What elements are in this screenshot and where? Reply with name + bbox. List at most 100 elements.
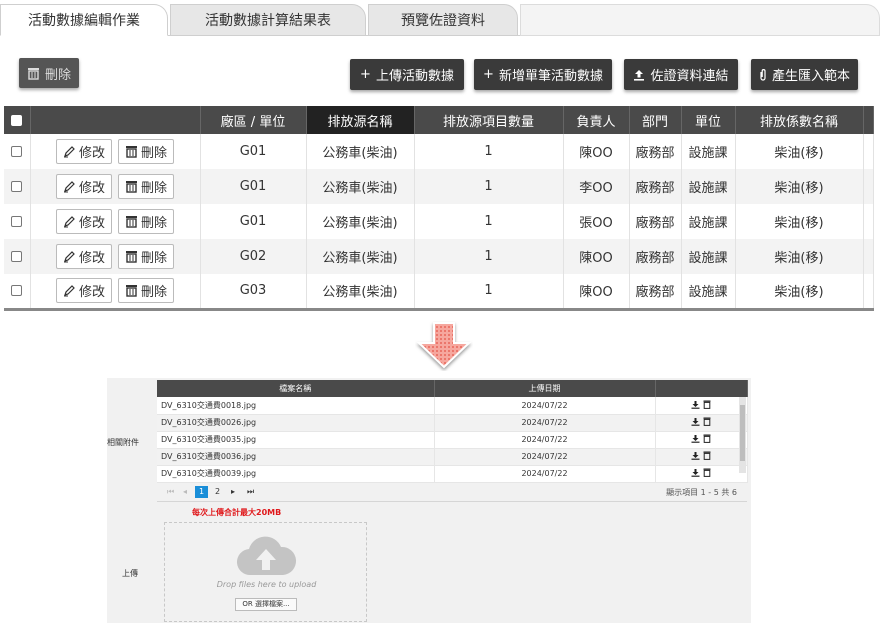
attachment-filename: DV_6310交通費0026.jpg <box>157 414 435 432</box>
scrollbar-thumb[interactable] <box>740 405 745 461</box>
trash-icon[interactable] <box>703 417 711 426</box>
attachments-scrollbar[interactable] <box>739 397 746 473</box>
attachment-date: 2024/07/22 <box>434 431 656 449</box>
next-page-icon[interactable]: ▸ <box>231 487 235 496</box>
row-select-cell[interactable] <box>4 204 31 239</box>
dept-cell: 廠務部 <box>629 239 682 274</box>
row-select-cell[interactable] <box>4 239 31 274</box>
evidence-link-button[interactable]: 佐證資料連結 <box>624 59 738 90</box>
last-page-icon[interactable]: ⏭ <box>247 487 254 497</box>
add-activity-button[interactable]: + 新增單筆活動數據 <box>474 59 612 90</box>
dept-header[interactable]: 部門 <box>629 106 682 134</box>
row-actions-cell: 修改 刪除 <box>30 134 201 169</box>
attachment-row[interactable]: DV_6310交通費0026.jpg 2024/07/22 <box>157 414 748 432</box>
pencil-icon <box>63 251 75 263</box>
filename-header[interactable]: 檔案名稱 <box>157 380 435 397</box>
site-header[interactable]: 廠區 / 單位 <box>200 106 307 134</box>
edit-button[interactable]: 修改 <box>55 174 112 199</box>
source-cell: 公務車(柴油) <box>306 169 415 204</box>
trash-icon <box>27 67 39 80</box>
attachment-row[interactable]: DV_6310交通費0018.jpg 2024/07/22 <box>157 397 748 415</box>
delete-button[interactable]: 刪除 <box>118 244 175 269</box>
pager-summary: 顯示項目 1 - 5 共 6 <box>666 488 737 497</box>
table-row[interactable]: 修改 刪除 G01 公務車(柴油) 1 陳OO 廠務部 設施課 柴油(移) <box>4 134 874 169</box>
attachment-row[interactable]: DV_6310交通費0039.jpg 2024/07/22 <box>157 465 748 483</box>
attachment-filename: DV_6310交通費0018.jpg <box>157 397 435 415</box>
tab-activity-edit[interactable]: 活動數據編輯作業 <box>0 4 168 36</box>
delete-label: 刪除 <box>141 251 168 266</box>
table-row[interactable]: 修改 刪除 G01 公務車(柴油) 1 張OO 廠務部 設施課 柴油(移) <box>4 204 874 239</box>
row-checkbox[interactable] <box>11 146 23 157</box>
upload-date-header[interactable]: 上傳日期 <box>434 380 656 397</box>
file-drop-zone[interactable]: Drop files here to upload OR 選擇檔案... <box>164 522 367 622</box>
delete-label: 刪除 <box>141 285 168 301</box>
edit-button[interactable]: 修改 <box>55 244 112 269</box>
edit-button[interactable]: 修改 <box>55 209 112 234</box>
factor-cell: 柴油(移) <box>735 134 864 169</box>
delete-button[interactable]: 刪除 <box>118 174 175 199</box>
edit-label: 修改 <box>78 216 105 231</box>
download-icon[interactable] <box>691 468 700 477</box>
table-row[interactable]: 修改 刪除 G03 公務車(柴油) 1 陳OO 廠務部 設施課 柴油(移) <box>4 274 874 311</box>
owner-cell: 陳OO <box>563 274 630 311</box>
trash-icon <box>126 181 137 193</box>
select-file-button[interactable]: OR 選擇檔案... <box>235 598 297 611</box>
dept-cell: 廠務部 <box>629 134 682 169</box>
attachment-row[interactable]: DV_6310交通費0036.jpg 2024/07/22 <box>157 448 748 466</box>
edit-button[interactable]: 修改 <box>55 278 112 304</box>
row-checkbox[interactable] <box>11 216 23 227</box>
qty-cell: 1 <box>414 169 564 204</box>
first-page-icon[interactable]: ⏮ <box>167 487 174 497</box>
prev-page-icon[interactable]: ◂ <box>183 487 187 496</box>
select-all-cell[interactable] <box>4 106 31 134</box>
table-row[interactable]: 修改 刪除 G02 公務車(柴油) 1 陳OO 廠務部 設施課 柴油(移) <box>4 239 874 274</box>
delete-selected-button[interactable]: 刪除 <box>19 58 79 88</box>
source-cell: 公務車(柴油) <box>306 274 415 311</box>
row-checkbox[interactable] <box>11 285 23 297</box>
upload-activity-button[interactable]: + 上傳活動數據 <box>350 59 464 90</box>
factor-header[interactable]: 排放係數名稱 <box>735 106 864 134</box>
trash-icon[interactable] <box>703 451 711 460</box>
row-checkbox[interactable] <box>11 181 23 192</box>
spacer-cell <box>863 169 874 204</box>
select-all-checkbox[interactable] <box>11 114 23 126</box>
source-cell: 公務車(柴油) <box>306 134 415 169</box>
source-header[interactable]: 排放源名稱 <box>306 106 415 134</box>
table-row[interactable]: 修改 刪除 G01 公務車(柴油) 1 李OO 廠務部 設施課 柴油(移) <box>4 169 874 204</box>
row-checkbox[interactable] <box>11 251 23 262</box>
qty-header[interactable]: 排放源項目數量 <box>414 106 564 134</box>
owner-header[interactable]: 負責人 <box>563 106 630 134</box>
attachment-actions <box>655 431 748 449</box>
trash-icon[interactable] <box>703 400 711 409</box>
factor-cell: 柴油(移) <box>735 169 864 204</box>
page-2-button[interactable]: 2 <box>215 487 220 496</box>
delete-button[interactable]: 刪除 <box>118 278 175 304</box>
download-icon[interactable] <box>691 400 700 409</box>
download-icon[interactable] <box>691 434 700 443</box>
row-select-cell[interactable] <box>4 274 31 311</box>
trash-icon[interactable] <box>703 468 711 477</box>
row-select-cell[interactable] <box>4 169 31 204</box>
generate-template-button[interactable]: 產生匯入範本 <box>751 59 858 90</box>
delete-button[interactable]: 刪除 <box>118 139 175 164</box>
pencil-icon <box>63 285 75 297</box>
delete-button[interactable]: 刪除 <box>118 209 175 234</box>
trash-icon[interactable] <box>703 434 711 443</box>
tab-preview-evidence[interactable]: 預覽佐證資料 <box>368 4 518 36</box>
row-select-cell[interactable] <box>4 134 31 169</box>
attachment-row[interactable]: DV_6310交通費0035.jpg 2024/07/22 <box>157 431 748 449</box>
attachment-filename: DV_6310交通費0039.jpg <box>157 465 435 483</box>
evidence-link-label: 佐證資料連結 <box>650 69 729 84</box>
paperclip-icon <box>760 69 766 81</box>
spacer-cell <box>863 134 874 169</box>
edit-button[interactable]: 修改 <box>55 139 112 164</box>
download-icon[interactable] <box>691 451 700 460</box>
download-icon[interactable] <box>691 417 700 426</box>
page-1-button[interactable]: 1 <box>195 486 208 498</box>
tab-calc-results[interactable]: 活動數據計算結果表 <box>170 4 366 36</box>
spacer-cell <box>863 239 874 274</box>
attachments-pager: ⏮ ◂ 1 2 ▸ ⏭ 顯示項目 1 - 5 共 6 <box>157 483 747 502</box>
qty-cell: 1 <box>414 134 564 169</box>
unit-header[interactable]: 單位 <box>681 106 736 134</box>
plus-icon: + <box>360 67 371 82</box>
